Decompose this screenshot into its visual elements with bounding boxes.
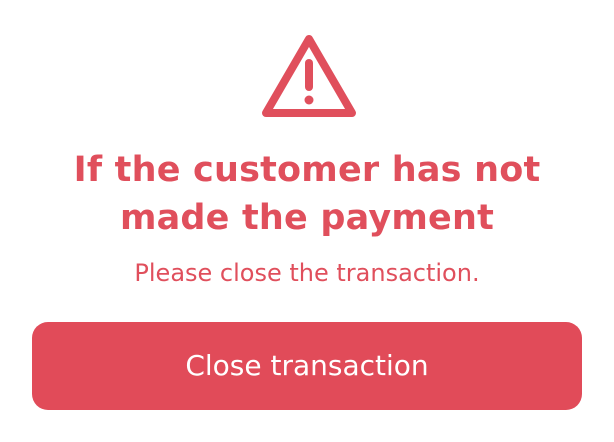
payment-warning-dialog: If the customer has not made the payment… [0, 0, 614, 442]
close-transaction-button[interactable]: Close transaction [32, 322, 582, 410]
warning-triangle-icon [259, 33, 359, 123]
dialog-title: If the customer has not made the payment [73, 150, 541, 238]
dialog-subtitle: Please close the transaction. [134, 259, 480, 287]
